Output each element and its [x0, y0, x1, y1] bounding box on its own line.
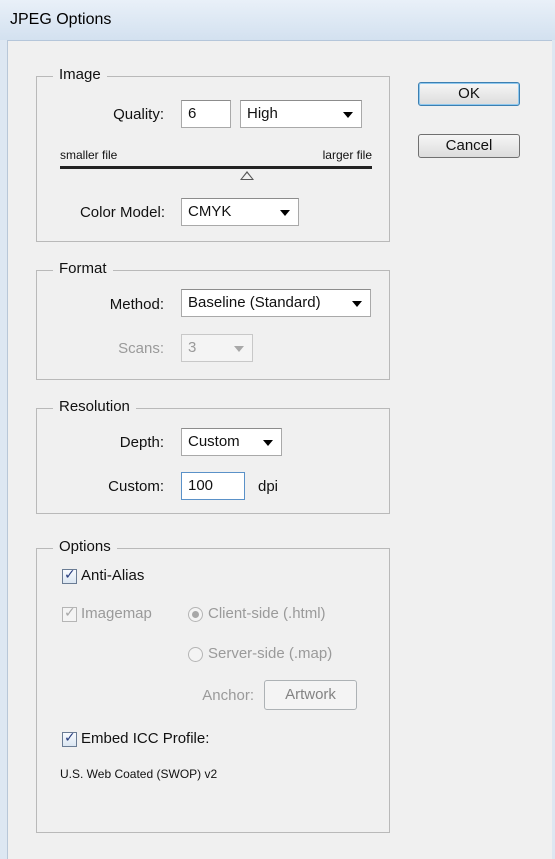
quality-preset-value: High	[247, 105, 278, 122]
anti-alias-checkbox[interactable]: ✓	[62, 566, 77, 584]
depth-value: Custom	[188, 433, 240, 450]
checkmark-icon: ✓	[64, 566, 76, 582]
server-side-radio	[188, 647, 203, 662]
depth-label: Depth:	[119, 434, 164, 451]
radio-dot-icon	[192, 611, 199, 618]
chevron-down-icon	[280, 210, 290, 216]
server-side-label: Server-side (.map)	[208, 645, 333, 662]
embed-icc-checkbox[interactable]: ✓	[62, 729, 77, 747]
chevron-down-icon	[343, 112, 353, 118]
method-label: Method:	[109, 296, 164, 313]
chevron-down-icon	[352, 301, 362, 307]
quality-slider-track[interactable]	[60, 166, 372, 169]
checkmark-icon: ✓	[64, 604, 76, 620]
method-value: Baseline (Standard)	[188, 294, 321, 311]
cancel-button[interactable]: Cancel	[418, 134, 520, 158]
method-select[interactable]: Baseline (Standard)	[181, 289, 371, 317]
quality-slider-thumb[interactable]	[240, 171, 255, 180]
client-side-radio	[188, 607, 203, 622]
anchor-artwork-button: Artwork	[264, 680, 357, 710]
format-group-legend: Format	[53, 260, 113, 277]
window-title: JPEG Options	[10, 11, 112, 28]
imagemap-label: Imagemap	[81, 605, 152, 622]
color-model-select[interactable]: CMYK	[181, 198, 299, 226]
embed-icc-label[interactable]: Embed ICC Profile:	[81, 730, 209, 747]
color-model-label: Color Model:	[79, 204, 165, 221]
checkmark-icon: ✓	[64, 729, 76, 745]
anchor-label: Anchor:	[202, 687, 254, 704]
options-group-legend: Options	[53, 538, 117, 555]
scans-select: 3	[181, 334, 253, 362]
quality-preset-select[interactable]: High	[240, 100, 362, 128]
title-bar: JPEG Options	[0, 0, 555, 41]
client-side-label: Client-side (.html)	[208, 605, 326, 622]
quality-input[interactable]: 6	[181, 100, 231, 128]
custom-label: Custom:	[108, 478, 164, 495]
larger-file-label: larger file	[322, 148, 372, 162]
custom-dpi-input[interactable]: 100	[181, 472, 245, 500]
image-group-legend: Image	[53, 66, 107, 83]
resolution-group-legend: Resolution	[53, 398, 136, 415]
quality-label: Quality:	[113, 106, 164, 123]
scans-label: Scans:	[118, 340, 164, 357]
imagemap-checkbox: ✓	[62, 604, 77, 622]
chevron-down-icon	[234, 346, 244, 352]
smaller-file-label: smaller file	[60, 148, 118, 162]
icc-profile-name: U.S. Web Coated (SWOP) v2	[60, 767, 218, 781]
color-model-value: CMYK	[188, 203, 232, 220]
dpi-unit-label: dpi	[258, 478, 279, 495]
window-frame-left	[0, 40, 8, 859]
chevron-down-icon	[263, 440, 273, 446]
ok-button[interactable]: OK	[418, 82, 520, 106]
anti-alias-label[interactable]: Anti-Alias	[81, 567, 144, 584]
format-group: Format	[36, 260, 390, 380]
depth-select[interactable]: Custom	[181, 428, 282, 456]
scans-value: 3	[188, 339, 197, 356]
